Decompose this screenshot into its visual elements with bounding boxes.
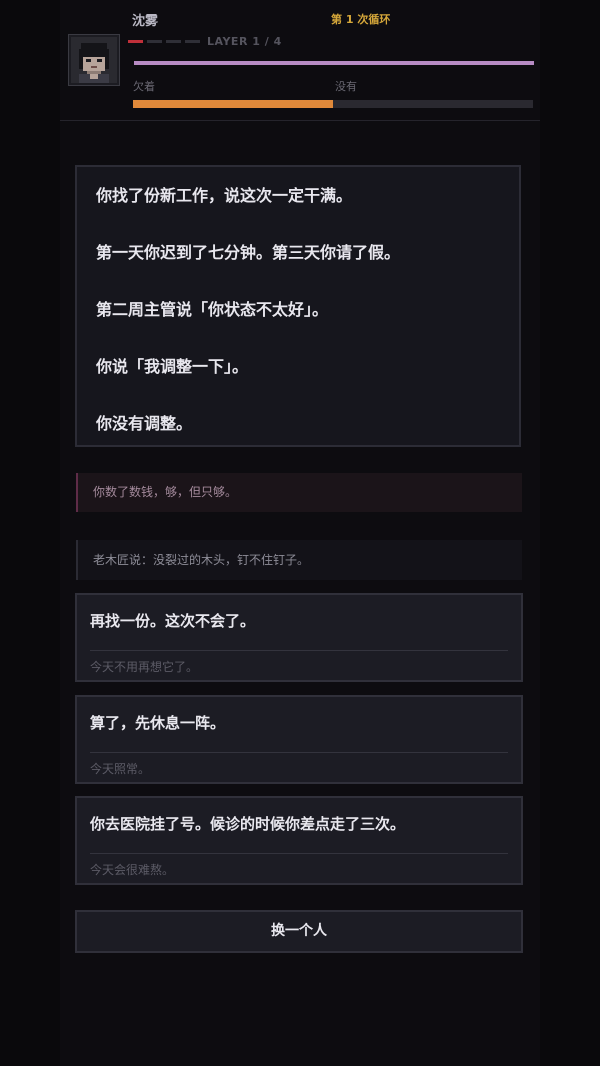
layer-pip-2 xyxy=(147,40,162,43)
story-line: 第一天你迟到了七分钟。第三天你请了假。 xyxy=(96,243,401,262)
choice-text: 你去医院挂了号。候诊的时候你差点走了三次。 xyxy=(90,815,406,833)
story-text-box: 你找了份新工作，说这次一定干满。 第一天你迟到了七分钟。第三天你请了假。 第二周… xyxy=(75,165,521,447)
choice-hint: 今天照常。 xyxy=(90,762,151,776)
layer-label: LAYER 1 / 4 xyxy=(207,35,282,48)
loop-counter: 第 1 次循环 xyxy=(331,13,391,26)
layer-pip-3 xyxy=(166,40,181,43)
game-screen: 沈雾 第 1 次循环 LAYER 1 / 4 欠着 没有 你找了份新工作，说这次… xyxy=(0,0,600,1066)
choice-text: 再找一份。这次不会了。 xyxy=(90,612,256,630)
pixel-face-icon xyxy=(71,37,117,83)
quote-note: 老木匠说：没裂过的木头，钉不住钉子。 xyxy=(76,540,522,580)
status-header: 沈雾 第 1 次循环 LAYER 1 / 4 欠着 没有 xyxy=(60,0,540,121)
character-name: 沈雾 xyxy=(132,14,159,29)
meter-label-none: 没有 xyxy=(335,80,357,93)
choice-hint: 今天会很难熬。 xyxy=(90,863,175,877)
switch-person-button[interactable]: 换一个人 xyxy=(75,910,523,953)
layer-progress-pips xyxy=(128,40,200,43)
story-line: 你没有调整。 xyxy=(96,414,193,433)
content-panel xyxy=(60,0,540,1066)
top-meter-fill xyxy=(134,61,534,65)
meter-label-debt: 欠着 xyxy=(133,80,155,93)
layer-pip-4 xyxy=(185,40,200,43)
story-line: 你找了份新工作，说这次一定干满。 xyxy=(96,186,353,205)
choice-hint: 今天不用再想它了。 xyxy=(90,660,199,674)
choice-text: 算了，先休息一阵。 xyxy=(90,714,226,732)
choice-option-2[interactable]: 算了，先休息一阵。 今天照常。 xyxy=(75,695,523,784)
character-portrait xyxy=(71,37,117,83)
layer-pip-1 xyxy=(128,40,143,43)
choice-option-3[interactable]: 你去医院挂了号。候诊的时候你差点走了三次。 今天会很难熬。 xyxy=(75,796,523,885)
choice-option-1[interactable]: 再找一份。这次不会了。 今天不用再想它了。 xyxy=(75,593,523,682)
bottom-meter-bar xyxy=(133,100,533,108)
bottom-meter-fill xyxy=(133,100,333,108)
story-line: 第二周主管说「你状态不太好」。 xyxy=(96,300,329,319)
inner-thought-note: 你数了数钱，够，但只够。 xyxy=(76,473,522,512)
top-meter-bar xyxy=(134,61,534,65)
story-line: 你说「我调整一下」。 xyxy=(96,357,249,376)
